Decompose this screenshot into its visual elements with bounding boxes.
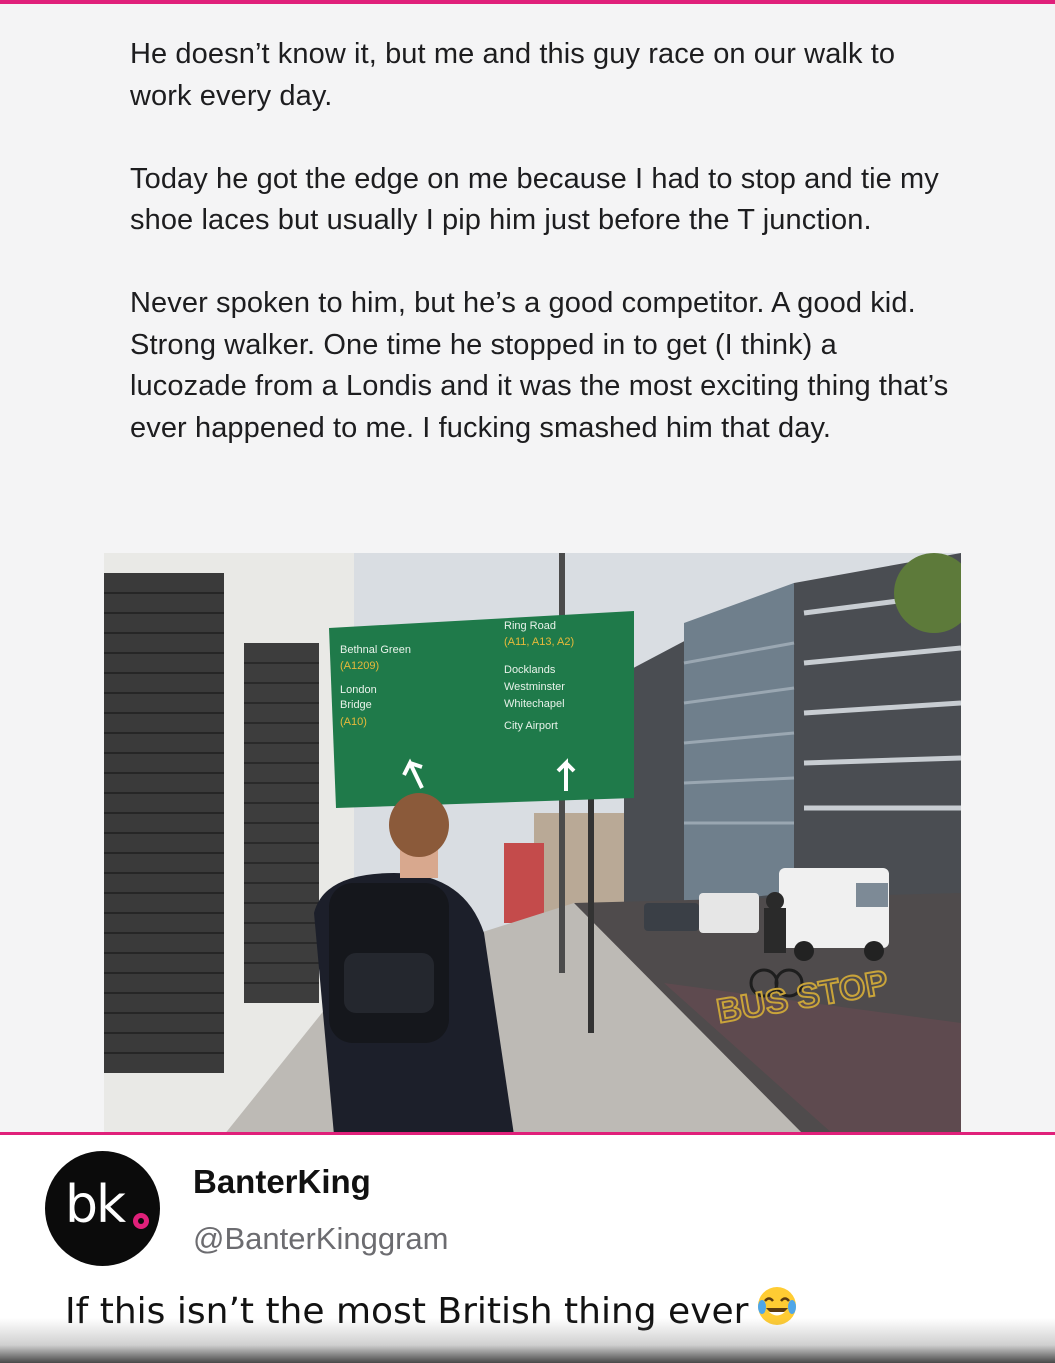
- post-text: He doesn’t know it, but me and this guy …: [130, 34, 950, 491]
- avatar-dot-icon: [133, 1213, 149, 1229]
- author-handle[interactable]: @BanterKinggram: [193, 1221, 448, 1257]
- sign-ring-codes: (A11, A13, A2): [504, 636, 574, 648]
- sign-bethnal-green: Bethnal Green: [340, 644, 411, 656]
- shutter-1: [104, 573, 224, 1073]
- street-photo[interactable]: Bethnal Green (A1209) London Bridge (A10…: [104, 553, 961, 1135]
- sign-westminster: Westminster: [504, 681, 565, 693]
- post-card: He doesn’t know it, but me and this guy …: [0, 4, 1055, 1135]
- author-name[interactable]: BanterKing: [193, 1163, 371, 1201]
- face-with-tears-of-joy-icon: [756, 1285, 798, 1336]
- caption: If this isn’t the most British thing eve…: [65, 1285, 798, 1336]
- post-paragraph-2: Today he got the edge on me because I ha…: [130, 162, 939, 237]
- sign-a1209: (A1209): [340, 660, 379, 672]
- post-paragraph-3: Never spoken to him, but he’s a good com…: [130, 287, 949, 444]
- sign-bridge: Bridge: [340, 699, 372, 711]
- road-sign: Bethnal Green (A1209) London Bridge (A10…: [329, 611, 634, 808]
- avatar[interactable]: bk: [45, 1151, 160, 1266]
- sign-ring-road: Ring Road: [504, 620, 556, 632]
- caption-text: If this isn’t the most British thing eve…: [65, 1291, 749, 1332]
- sign-city-airport: City Airport: [504, 720, 558, 732]
- sign-a10: (A10): [340, 716, 367, 728]
- post-paragraph-1: He doesn’t know it, but me and this guy …: [130, 38, 896, 112]
- sign-london: London: [340, 684, 377, 696]
- sign-whitechapel: Whitechapel: [504, 698, 565, 710]
- avatar-initials: bk: [65, 1175, 126, 1235]
- sign-docklands: Docklands: [504, 664, 556, 676]
- white-van: [779, 868, 889, 961]
